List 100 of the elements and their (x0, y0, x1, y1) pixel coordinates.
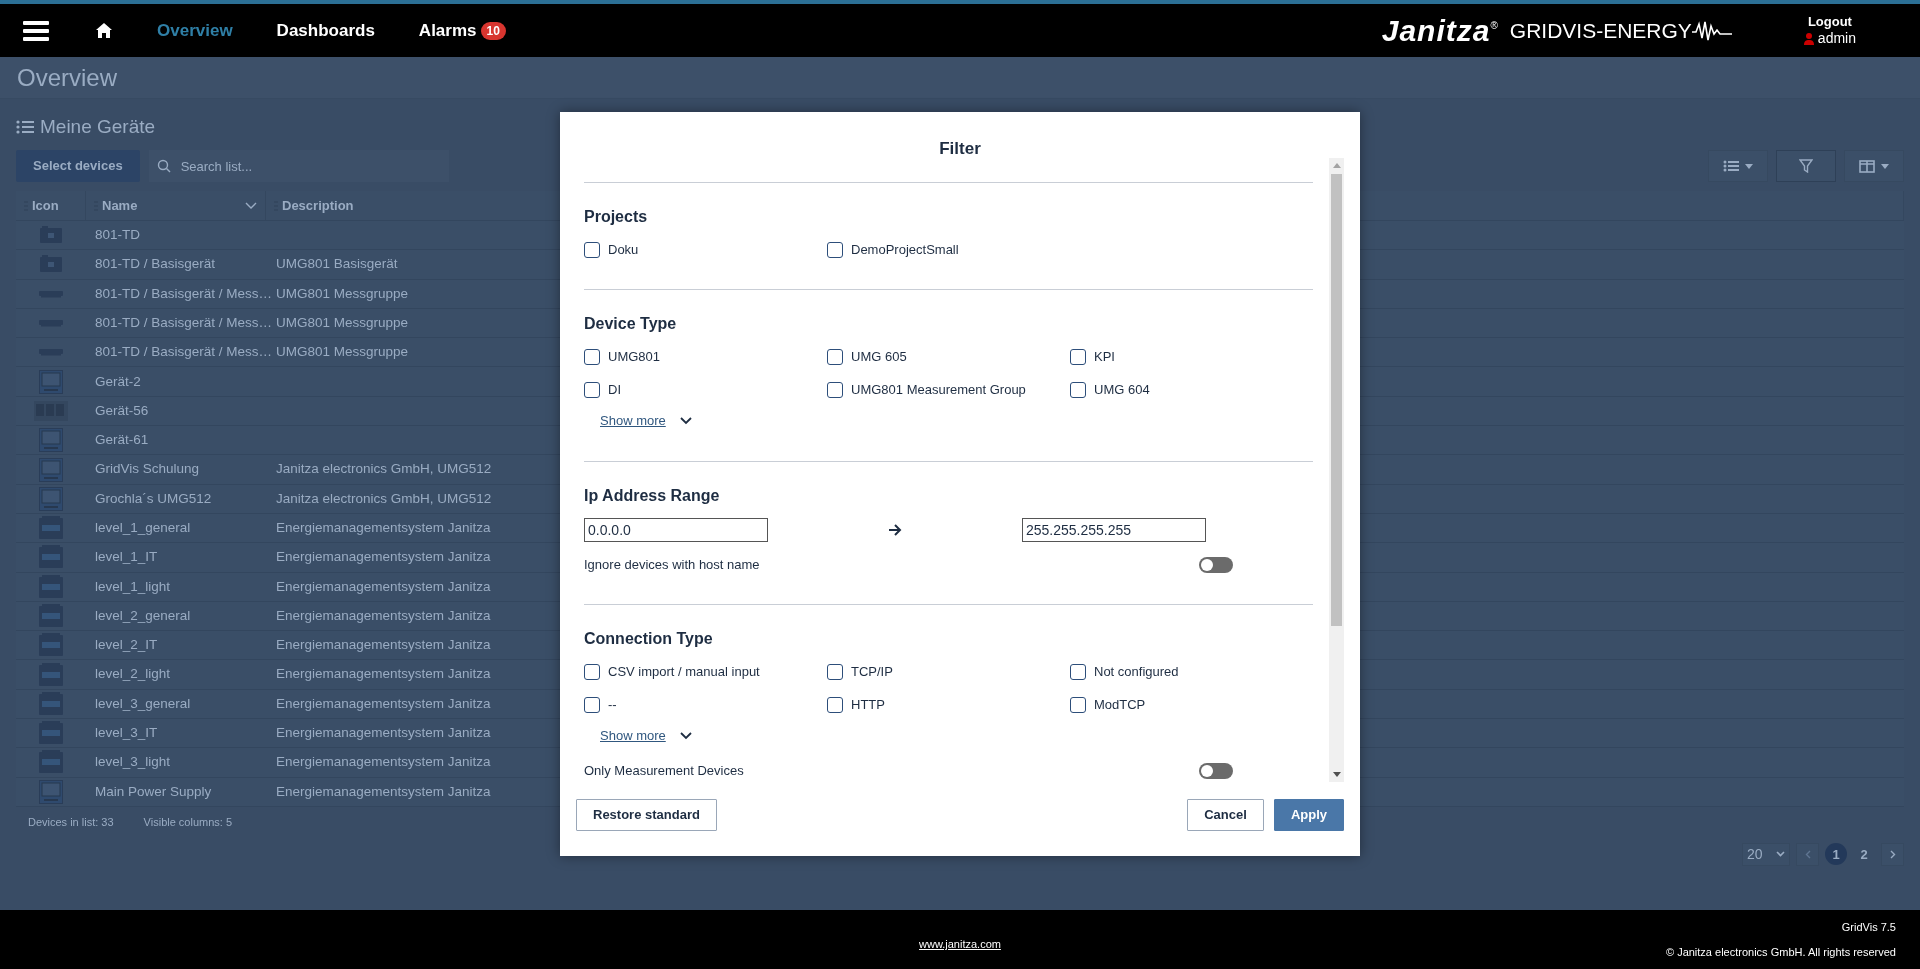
restore-standard-button[interactable]: Restore standard (576, 799, 717, 831)
device-name-cell-text: 801-TD / Basisgerät (94, 255, 217, 274)
column-header[interactable]: Name (86, 191, 266, 220)
registered-mark: ® (1490, 18, 1498, 31)
page-title: Overview (17, 62, 118, 93)
brand-logo: Janitza (1381, 15, 1491, 46)
checkbox-label: UMG801 (608, 348, 661, 367)
product-name: GRIDVIS-ENERGY (1509, 20, 1692, 41)
cancel-button[interactable]: Cancel (1187, 799, 1264, 831)
list-summary: Devices in list: 33 (28, 814, 114, 830)
description-cell-text: Energiemanagementsystem Janitza (275, 724, 491, 743)
caret-down-icon (1881, 163, 1889, 169)
list-summary: Visible columns: 5 (143, 814, 233, 830)
toggle-switch[interactable] (1199, 557, 1233, 573)
description-cell-text: Janitza electronics GmbH, UMG512 (275, 460, 492, 479)
device-name-cell-text: Main Power Supply (94, 782, 213, 801)
filter-button[interactable] (1776, 150, 1836, 182)
chevron-left-icon (1804, 849, 1811, 859)
checkbox[interactable] (827, 382, 843, 398)
description-cell-text: UMG801 Messgruppe (275, 284, 409, 303)
version-text: GridVis 7.5 (1841, 920, 1896, 935)
checkbox-label: UMG801 Measurement Group (851, 381, 1026, 400)
scrollbar[interactable] (1329, 158, 1344, 782)
checkbox[interactable] (1070, 697, 1086, 713)
username: admin (1817, 29, 1856, 48)
search-field[interactable]: Search list... (148, 150, 449, 182)
checkbox-label: CSV import / manual input (608, 663, 760, 682)
checkbox[interactable] (827, 697, 843, 713)
description-cell-text: Energiemanagementsystem Janitza (275, 782, 491, 801)
checkbox-label: Not configured (1094, 663, 1179, 682)
view-options-button[interactable] (1708, 150, 1768, 182)
logout-link[interactable]: Logout (1807, 13, 1852, 30)
description-cell-text: UMG801 Messgruppe (275, 343, 409, 362)
nav-link[interactable]: Dashboards (276, 17, 375, 44)
checkbox[interactable] (584, 697, 600, 713)
checkbox[interactable] (827, 664, 843, 680)
checkbox-label: Doku (608, 241, 639, 260)
checkbox[interactable] (1070, 664, 1086, 680)
columns-button[interactable] (1844, 150, 1904, 182)
dialog-title: Filter (938, 138, 982, 158)
device-name-cell-text: level_1_IT (94, 548, 159, 567)
description-cell-text: Energiemanagementsystem Janitza (275, 577, 491, 596)
show-more-link[interactable]: Show more (600, 411, 666, 431)
checkbox-label: UMG 604 (1094, 381, 1150, 400)
user-icon (1803, 32, 1814, 45)
column-header[interactable]: Icon (16, 191, 86, 220)
device-module-icon (39, 254, 63, 275)
nav-link[interactable]: Alarms 10 (418, 17, 506, 44)
chevron-down-icon (679, 732, 692, 740)
section-title: Projects (584, 207, 649, 227)
checkbox-label: TCP/IP (851, 663, 893, 682)
checkbox[interactable] (827, 242, 843, 258)
description-cell-text: Energiemanagementsystem Janitza (275, 694, 491, 713)
checkbox[interactable] (584, 382, 600, 398)
toggle-label: Ignore devices with host name (584, 556, 760, 575)
menu-icon[interactable] (23, 20, 49, 41)
checkbox[interactable] (584, 349, 600, 365)
show-more-link[interactable]: Show more (600, 726, 666, 746)
search-icon (156, 159, 171, 173)
checkbox-label: ModTCP (1094, 696, 1146, 715)
ip-to-field[interactable]: 255.255.255.255 (1022, 518, 1206, 542)
chevron-down-icon (1776, 851, 1785, 858)
checkbox-label: KPI (1094, 348, 1115, 367)
checkbox[interactable] (827, 349, 843, 365)
page-number[interactable]: 2 (1853, 843, 1875, 866)
arrow-right-icon (888, 524, 902, 536)
cabinet-icon (39, 604, 63, 628)
device-module-icon (39, 225, 63, 246)
checkbox-label: DI (608, 381, 621, 400)
device-name-cell-text: level_1_light (94, 577, 172, 596)
description-cell-text: Energiemanagementsystem Janitza (275, 636, 491, 655)
list-icon (16, 120, 34, 134)
nav-link[interactable]: Overview (157, 17, 233, 44)
checkbox[interactable] (584, 664, 600, 680)
chevron-down-icon (679, 417, 692, 425)
page-size-select[interactable]: 20 (1742, 842, 1790, 866)
apply-button[interactable]: Apply (1273, 799, 1344, 831)
ip-from-field[interactable]: 0.0.0.0 (584, 518, 768, 542)
device-name-cell-text: level_3_light (94, 753, 172, 772)
website-link[interactable]: www.janitza.com (919, 936, 1001, 953)
toggle-label: Only Measurement Devices (584, 762, 744, 780)
checkbox[interactable] (1070, 382, 1086, 398)
description-cell-text: Janitza electronics GmbH, UMG512 (275, 489, 492, 508)
caret-down-icon (1745, 163, 1753, 169)
checkbox-label: -- (608, 696, 617, 715)
chevron-right-icon (1889, 849, 1896, 859)
device-name-cell-text: level_3_general (94, 694, 192, 713)
toggle-switch[interactable] (1199, 763, 1233, 779)
checkbox[interactable] (1070, 349, 1086, 365)
device-name-cell-text: level_2_general (94, 606, 192, 625)
list-icon (1723, 160, 1741, 172)
home-icon[interactable] (95, 22, 113, 39)
select-devices-button[interactable]: Select devices (16, 150, 140, 182)
page-number[interactable]: 1 (1825, 843, 1847, 866)
columns-icon (1859, 159, 1875, 173)
checkbox[interactable] (584, 242, 600, 258)
chevron-down-icon (245, 202, 257, 209)
device-name-cell-text: GridVis Schulung (94, 460, 201, 479)
description-cell-text: UMG801 Basisgerät (275, 255, 398, 274)
description-cell-text: Energiemanagementsystem Janitza (275, 606, 491, 625)
